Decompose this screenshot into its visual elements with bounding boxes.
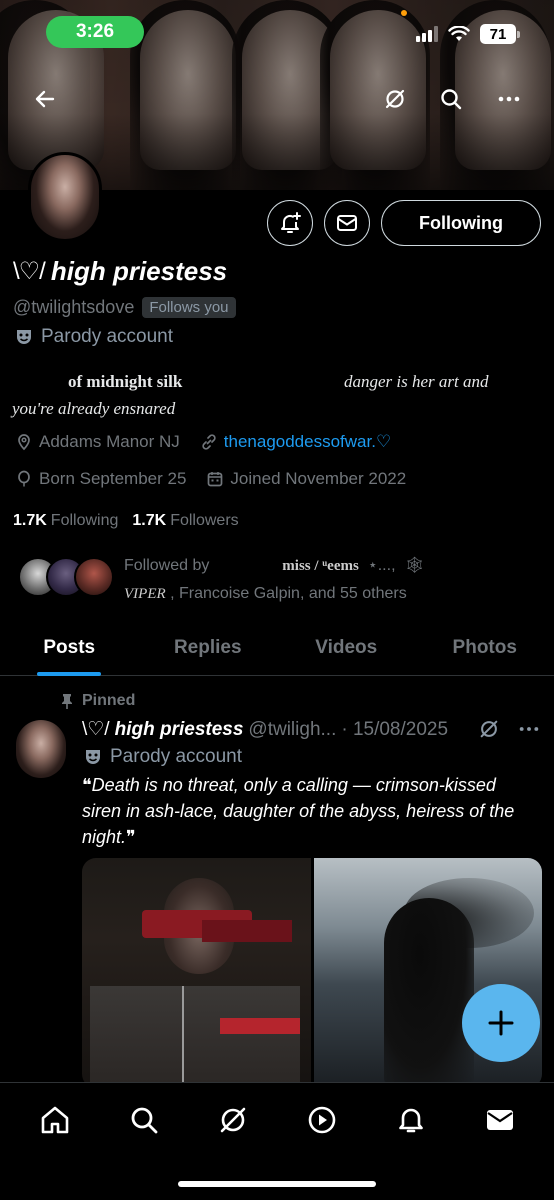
bell-icon (398, 1108, 423, 1133)
meta-row-2: Born September 25 Joined November 2022 (15, 469, 406, 489)
search-button[interactable] (432, 80, 470, 118)
nav-videos[interactable] (299, 1097, 345, 1143)
cellular-signal-icon (416, 26, 438, 42)
theater-mask-icon (17, 330, 31, 344)
bell-plus-icon (281, 212, 301, 233)
parody-text: Parody account (41, 326, 174, 347)
theater-mask-icon (86, 750, 100, 764)
wifi-icon (448, 26, 470, 41)
slash-circle-icon (385, 89, 405, 109)
parody-label: Parody account (15, 326, 173, 348)
battery-icon: 71 (480, 24, 520, 44)
privacy-indicator-dot (401, 10, 407, 16)
calendar-icon (208, 472, 223, 487)
balloon-icon (18, 470, 30, 487)
status-icons: 71 (416, 24, 520, 44)
nav-messages[interactable] (477, 1097, 523, 1143)
name-decoration: \♡/ (13, 258, 46, 285)
nav-notifications[interactable] (388, 1097, 434, 1143)
post-author-name[interactable]: high priestess (115, 719, 244, 741)
grok-post-icon[interactable] (478, 718, 500, 740)
website-link[interactable]: thenagoddessofwar.♡ (224, 432, 391, 452)
post-author-handle[interactable]: @twiligh... (248, 719, 336, 741)
location-text: Addams Manor NJ (39, 432, 180, 451)
followed-by-avatars (18, 557, 118, 601)
post-text: ❝Death is no threat, only a calling — cr… (82, 775, 515, 847)
notifications-bell-button[interactable] (267, 200, 313, 246)
pinned-indicator: Pinned (60, 692, 135, 710)
post-author-avatar[interactable] (16, 720, 66, 778)
back-button[interactable] (26, 80, 64, 118)
profile-avatar[interactable] (28, 152, 102, 242)
link-icon (202, 434, 216, 450)
location-pin-icon (18, 434, 30, 451)
more-options-button[interactable] (490, 80, 528, 118)
following-count-link[interactable]: 1.7K Following (13, 512, 118, 530)
bottom-navigation (0, 1082, 554, 1200)
pin-icon (62, 694, 72, 709)
plus-icon (488, 1010, 514, 1036)
search-icon (441, 89, 462, 110)
tab-videos[interactable]: Videos (277, 620, 416, 675)
home-icon (41, 1106, 68, 1134)
envelope-icon (337, 215, 357, 231)
tab-replies[interactable]: Replies (139, 620, 278, 675)
post-image-1[interactable] (82, 858, 311, 1088)
post-name-decoration: \♡/ (82, 719, 110, 740)
profile-handle: @twilightsdove (13, 297, 135, 317)
handle-row: @twilightsdove Follows you (13, 297, 236, 318)
post-parody-label: Parody account (84, 746, 242, 768)
post-header-actions (478, 718, 540, 740)
nav-home[interactable] (32, 1097, 78, 1143)
post-date[interactable]: · 15/08/2025 (341, 719, 448, 741)
followed-by-text: Followed by miss / ᵘeems ⋆..., 🕸 VIPER ,… (124, 557, 425, 602)
bio-line1-part1: of midnight silk (68, 372, 183, 391)
follow-counts: 1.7K Following 1.7K Followers (13, 512, 239, 530)
status-time: 3:26 (46, 16, 144, 48)
nav-search[interactable] (121, 1097, 167, 1143)
followers-count-link[interactable]: 1.7K Followers (132, 512, 238, 530)
post-media-grid (82, 858, 542, 1088)
slash-circle-icon (220, 1107, 245, 1133)
profile-tabs: Posts Replies Videos Photos (0, 620, 554, 676)
play-circle-icon (308, 1106, 335, 1134)
pinned-label: Pinned (82, 692, 136, 709)
following-button[interactable]: Following (381, 200, 541, 246)
more-horizontal-icon (498, 96, 520, 102)
follows-you-badge: Follows you (142, 297, 236, 318)
search-icon (131, 1107, 157, 1134)
meta-row-1: Addams Manor NJ thenagoddessofwar.♡ (15, 432, 391, 452)
envelope-icon (486, 1110, 513, 1130)
post-more-icon[interactable] (518, 718, 540, 740)
bio-line1-part2: danger is her art and (344, 372, 489, 391)
tab-photos[interactable]: Photos (416, 620, 554, 675)
arrow-left-icon (35, 90, 55, 108)
nav-grok[interactable] (210, 1097, 256, 1143)
grok-button[interactable] (376, 80, 414, 118)
display-name: high priestess (50, 256, 228, 286)
profile-name-row: \♡/ high priestess (13, 256, 227, 287)
compose-post-button[interactable] (462, 984, 540, 1062)
tab-posts[interactable]: Posts (0, 620, 139, 675)
joined-text: Joined November 2022 (230, 469, 407, 488)
post-header: \♡/ high priestess @twiligh... · 15/08/2… (82, 718, 448, 741)
bio-line2: you're already ensnared (12, 399, 176, 418)
birthday-text: Born September 25 (39, 469, 187, 488)
message-button[interactable] (324, 200, 370, 246)
home-indicator[interactable] (178, 1181, 376, 1187)
